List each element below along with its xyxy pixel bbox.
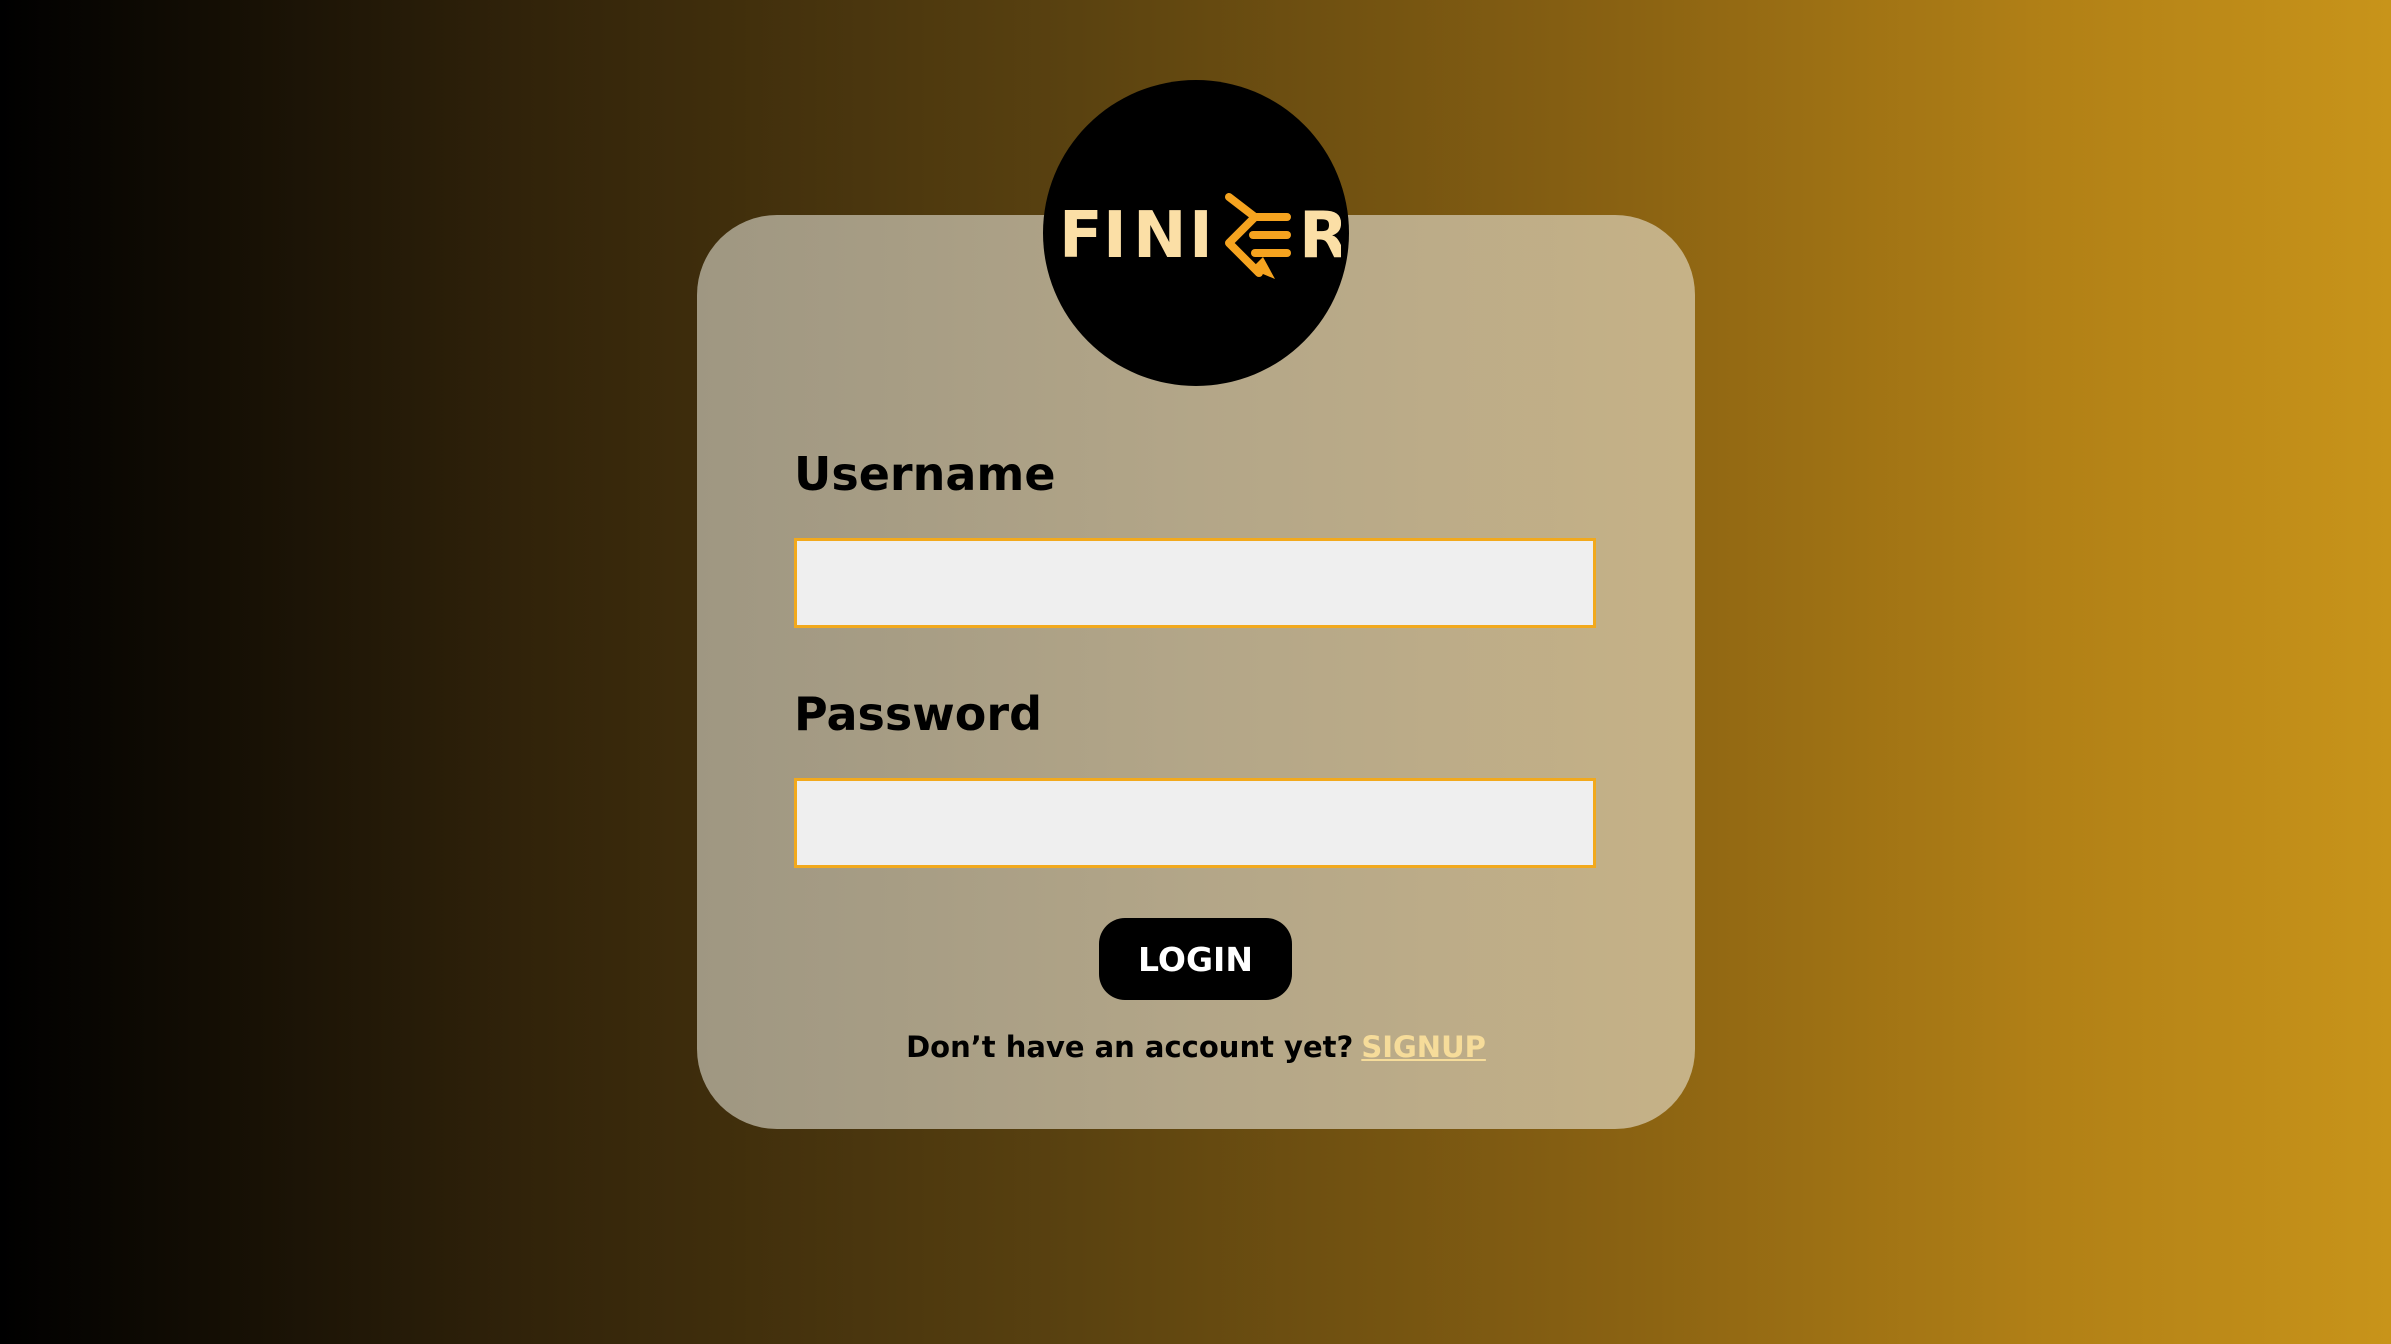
login-button[interactable]: LOGIN: [1099, 918, 1292, 1000]
signup-prompt-row: Don’t have an account yet? SIGNUP: [697, 1030, 1695, 1064]
username-input[interactable]: [794, 538, 1596, 628]
password-label: Password: [794, 687, 1042, 741]
logo-letter-i2: I: [1189, 199, 1213, 273]
username-label: Username: [794, 447, 1056, 501]
logo-letter-n: N: [1133, 199, 1187, 273]
signup-prompt-text: Don’t have an account yet?: [906, 1030, 1354, 1064]
logo-letter-f: F: [1059, 199, 1103, 273]
signup-link[interactable]: SIGNUP: [1361, 1030, 1486, 1064]
password-input[interactable]: [794, 778, 1596, 868]
brand-logo: F I N I R: [1043, 80, 1349, 386]
logo-arrows-icon: [1225, 193, 1291, 277]
logo-letter-r: R: [1299, 199, 1341, 273]
finier-logo-icon: F I N I R: [1059, 193, 1341, 279]
logo-letter-i1: I: [1103, 199, 1127, 273]
